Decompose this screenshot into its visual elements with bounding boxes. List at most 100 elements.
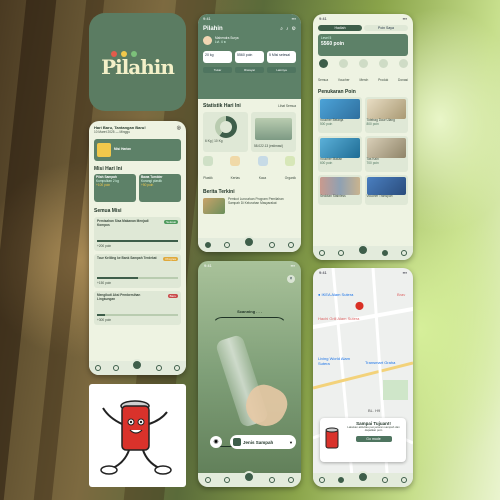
points-value: 5560 poin (321, 40, 345, 47)
mascot-icon (325, 427, 339, 449)
brand-label: Pilahin (203, 26, 223, 32)
nav-gift-icon[interactable] (155, 365, 162, 371)
category-paper[interactable]: Kertas (230, 156, 241, 184)
bottom-nav (198, 471, 301, 487)
place-transmart[interactable]: Transmart Graha (365, 360, 395, 365)
chip-all[interactable]: Semua (318, 59, 328, 86)
search-icon[interactable]: ⌕ (280, 26, 283, 32)
notification-icon[interactable]: ◎ (177, 125, 181, 131)
nav-map-icon[interactable] (224, 477, 231, 483)
nav-scan-button[interactable] (131, 359, 144, 371)
gear-icon[interactable]: ⚙ (292, 26, 296, 32)
news-thumbnail (203, 198, 225, 214)
mission-item[interactable]: Tour Keliling ke Bank Sampah Terdekat Pr… (94, 253, 181, 288)
user-level: Lvl. 4 ★ (215, 39, 227, 44)
avatar[interactable] (203, 36, 212, 45)
action-exchange-button[interactable]: Tukar (203, 67, 232, 73)
action-history-button[interactable]: Riwayat (235, 67, 264, 73)
daily-mission-card[interactable]: Bawa Tumbler Kurangi plastik +50 poin (139, 173, 181, 202)
camera-icon[interactable]: ◉ (210, 436, 222, 448)
reward-item[interactable]: Tas Kain 700 poin (364, 136, 408, 172)
daily-mission-card[interactable]: Pilah Sampah Kumpulkan 2 kg +100 poin (94, 173, 136, 202)
nav-gift-icon[interactable] (381, 250, 388, 256)
chip-product[interactable]: Produk (378, 59, 388, 86)
weight-chart-label: 6 Kg | 10 Kg (205, 139, 223, 143)
news-heading: Berita Terkini (203, 189, 235, 195)
status-time: 9:41 (203, 16, 211, 21)
nav-scan-button[interactable] (243, 471, 256, 483)
reward-item[interactable]: Voucher Belanja 500 poin (318, 97, 362, 133)
map-screen: 9:41 ▪▪▪ ● IKEA Alam Sutera Brav ⬤ Hachi … (313, 268, 413, 487)
mascot-can-illustration (89, 384, 186, 487)
nav-map-icon[interactable] (338, 477, 345, 483)
reward-item[interactable]: Voucher Transport (364, 175, 408, 205)
nav-gift-icon[interactable] (268, 242, 275, 248)
nav-home-icon[interactable] (319, 477, 326, 483)
weight-chart-card: 6 Kg | 10 Kg (203, 112, 248, 152)
donut-chart (214, 116, 237, 138)
emission-card: 58.022.13 (estimasi) (251, 112, 296, 152)
chip-voucher[interactable]: Voucher (338, 59, 350, 86)
nav-home-icon[interactable] (95, 365, 102, 371)
nav-gift-icon[interactable] (268, 477, 275, 483)
status-time: 9:41 (319, 16, 327, 21)
bell-icon[interactable]: ♪ (286, 26, 289, 32)
nav-scan-button[interactable] (356, 471, 369, 483)
tab-my-points[interactable]: Poin Saya (364, 25, 408, 31)
go-mode-button[interactable]: Go mode (355, 435, 392, 442)
stats-heading: Statistik Hari Ini (203, 103, 241, 109)
category-plastic[interactable]: Plastik (203, 156, 213, 184)
close-icon[interactable]: × (287, 275, 295, 283)
news-item[interactable]: Pemkot Luncurkan Program Pemilahan Sampa… (203, 197, 296, 214)
nav-scan-button[interactable] (356, 244, 369, 256)
mission-item[interactable]: Pemisahan Sisa Makanan Menjadi Kompos Se… (94, 216, 181, 251)
nav-profile-icon[interactable] (288, 242, 295, 248)
all-missions-heading: Semua Misi (94, 207, 122, 214)
stat-missions: 5 Misi selesai (267, 51, 296, 63)
mission-item[interactable]: Mengikuti Aksi Pembersihan Lingkungan Ba… (94, 290, 181, 325)
popup-text: Lakukan aktivitas penyetoran sampah dan … (347, 425, 400, 433)
category-organic[interactable]: Organik (285, 156, 296, 184)
nav-home-icon[interactable] (204, 477, 211, 483)
nav-profile-icon[interactable] (288, 477, 295, 483)
points-card: Level 5 5560 poin (318, 34, 408, 56)
status-badge: Selesai (164, 219, 178, 224)
scanning-label: Scanning . . . (237, 309, 262, 314)
home-screen: 9:41 ▪▪▪ Pilahin ⌕ ♪ ⚙ Mahendra Surya Lvl. 4… (198, 14, 301, 252)
arrival-popup: Sampai Tujuan!! Lakukan aktivitas penyet… (320, 418, 406, 462)
nav-profile-icon[interactable] (400, 250, 407, 256)
reward-item[interactable]: Totebag Daur Ulang 800 poin (364, 97, 408, 133)
nav-scan-button[interactable] (243, 236, 256, 248)
category-glass[interactable]: Kaca (257, 156, 268, 184)
chip-merch[interactable]: Merch (359, 59, 369, 86)
place-hachi[interactable]: Hachi Grill Alam Sutera (318, 316, 359, 321)
reward-item[interactable]: Sedotan Stainless (318, 175, 362, 205)
nav-profile-icon[interactable] (400, 477, 407, 483)
mission-screen: Hari Baru, Tantangan Baru! ◎ 10 Maret 202… (89, 121, 186, 375)
block-label: BL. H9 (368, 408, 381, 413)
status-badge: Progres (163, 256, 178, 261)
action-more-button[interactable]: Lainnya (267, 67, 296, 73)
chip-donation[interactable]: Donasi (398, 59, 408, 86)
daily-banner[interactable]: Misi Harian (94, 138, 181, 161)
place-living-world[interactable]: Living World Alam Sutera (318, 356, 358, 366)
reward-item[interactable]: Voucher Makan 600 poin (318, 136, 362, 172)
place-brav[interactable]: Brav (397, 292, 405, 297)
app-logo-tile: Pilahin (89, 13, 186, 111)
nav-profile-icon[interactable] (173, 365, 180, 371)
status-badge: Baru (167, 293, 178, 298)
tab-rewards[interactable]: Hadiah (318, 25, 362, 31)
nav-map-icon[interactable] (113, 365, 120, 371)
waste-type-selector[interactable]: Jenis Sampah ▼ (230, 435, 296, 449)
nav-gift-icon[interactable] (381, 477, 388, 483)
chevron-down-icon: ▼ (289, 439, 293, 445)
nav-home-icon[interactable] (319, 250, 326, 256)
nav-map-icon[interactable] (338, 250, 345, 256)
nav-map-icon[interactable] (224, 242, 231, 248)
nav-home-icon[interactable] (204, 242, 211, 248)
bottom-nav (313, 244, 413, 260)
see-all-link[interactable]: Lihat Semua (278, 104, 296, 109)
place-ikea[interactable]: ● IKEA Alam Sutera (318, 292, 353, 297)
stat-weight: 20 kg (203, 51, 232, 63)
rewards-heading: Penukaran Poin (318, 89, 356, 95)
